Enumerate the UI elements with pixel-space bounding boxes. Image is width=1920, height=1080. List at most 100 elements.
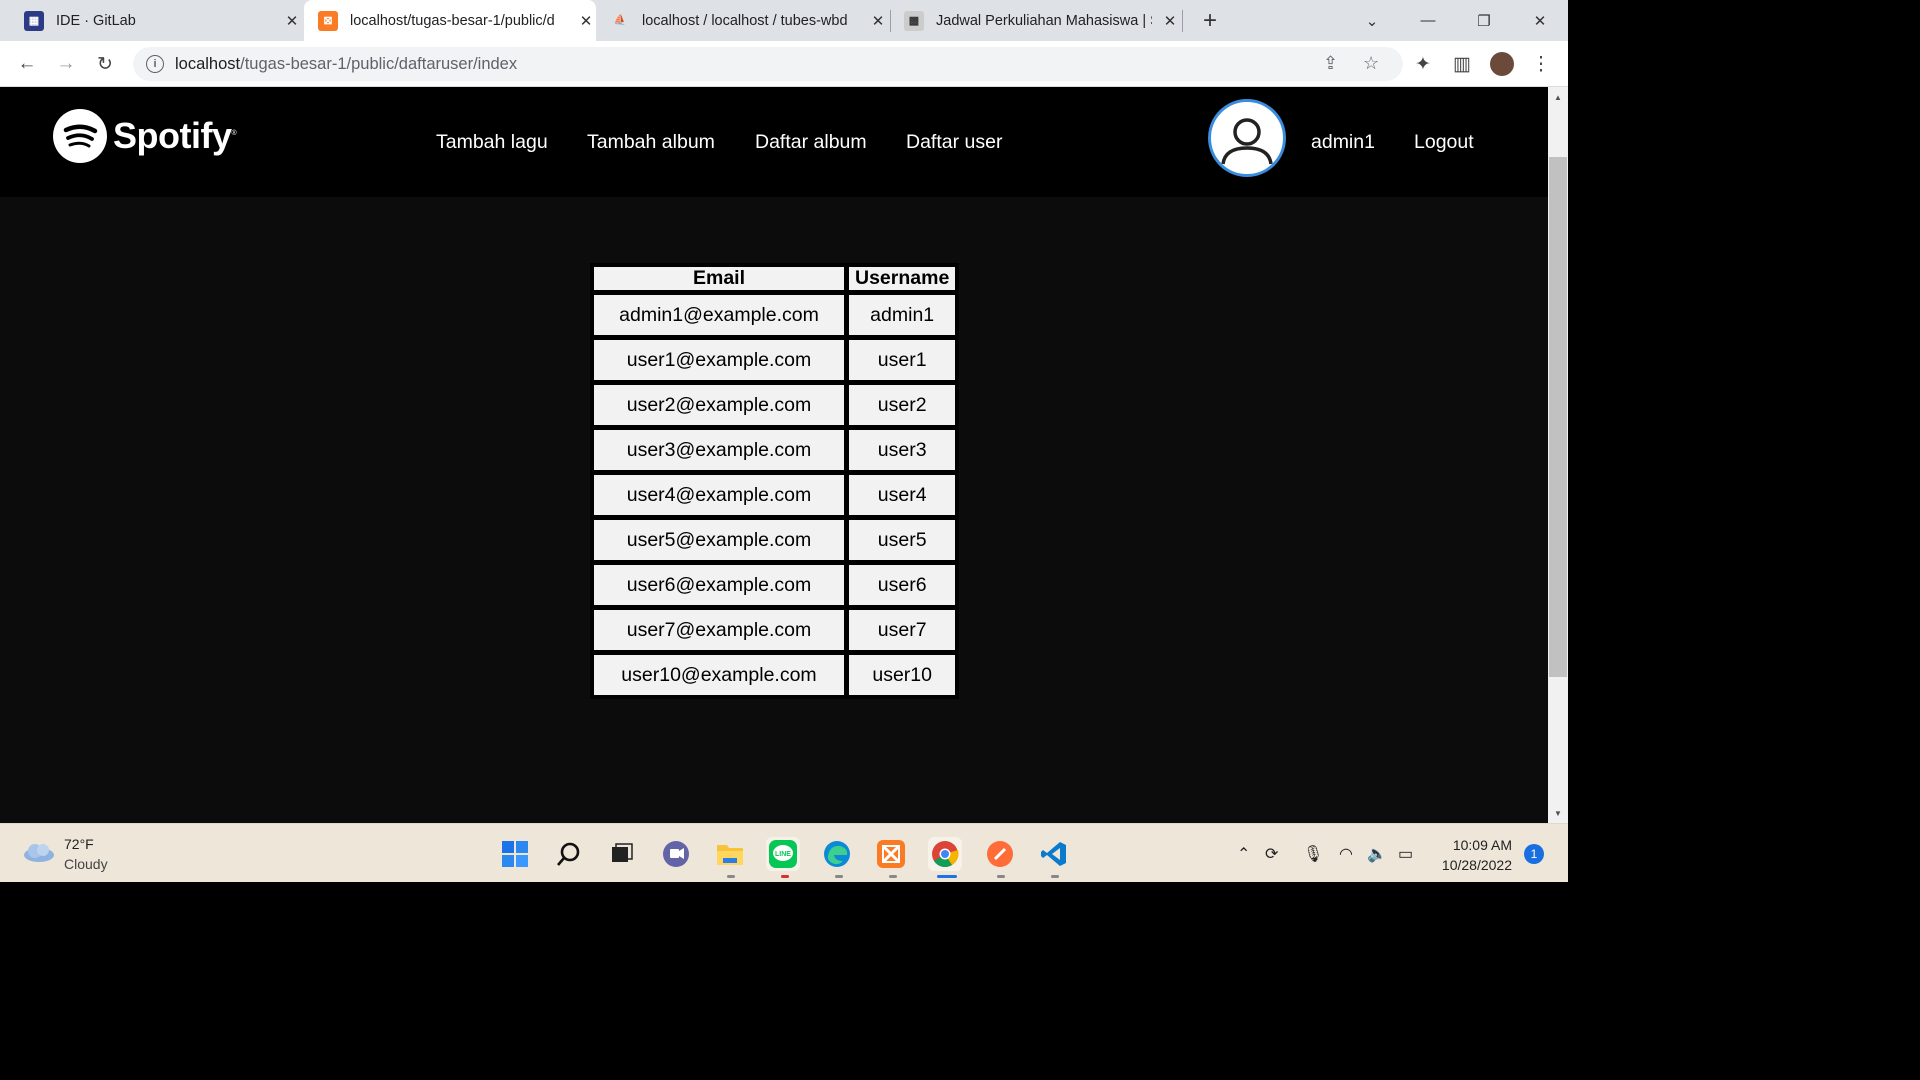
- username-cell: user10: [848, 654, 957, 696]
- windows-start-icon[interactable]: [498, 837, 532, 871]
- running-indicator: [727, 875, 735, 878]
- running-indicator: [1051, 875, 1059, 878]
- site-info-icon[interactable]: i: [146, 55, 164, 73]
- weather-temp: 72°F: [64, 836, 94, 852]
- edge-browser-icon[interactable]: [820, 837, 854, 871]
- browser-tab-bar: ▦ IDE · GitLab ✕ ⊠ localhost/tugas-besar…: [0, 0, 1568, 41]
- table-row: user1@example.com user1: [593, 339, 957, 381]
- teams-chat-icon[interactable]: [659, 837, 693, 871]
- close-icon[interactable]: ✕: [1160, 12, 1180, 30]
- sync-icon[interactable]: ⟳: [1265, 844, 1278, 864]
- table-row: user4@example.com user4: [593, 474, 957, 516]
- username-cell: user2: [848, 384, 957, 426]
- spotify-logo[interactable]: Spotify®: [53, 109, 237, 163]
- bookmark-star-icon[interactable]: ☆: [1363, 53, 1379, 74]
- tab-search-icon[interactable]: ⌄: [1344, 0, 1400, 41]
- wifi-icon[interactable]: ◠: [1339, 844, 1353, 864]
- username-cell: user4: [848, 474, 957, 516]
- url-text[interactable]: localhost/tugas-besar-1/public/daftaruse…: [175, 55, 517, 74]
- task-view-icon[interactable]: [605, 837, 639, 871]
- running-indicator: [781, 875, 789, 878]
- tab-title: IDE · GitLab: [56, 12, 136, 29]
- email-cell: user4@example.com: [593, 474, 845, 516]
- tab-gitlab-ide[interactable]: ▦ IDE · GitLab ✕: [12, 0, 302, 41]
- table-header-row: Email Username: [593, 266, 957, 291]
- username-cell: admin1: [848, 294, 957, 336]
- username-cell: user7: [848, 609, 957, 651]
- campus-icon: ▩: [904, 10, 924, 31]
- tab-localhost-daftaruser[interactable]: ⊠ localhost/tugas-besar-1/public/d ✕: [304, 0, 596, 41]
- menu-kebab-icon[interactable]: ⋮: [1526, 49, 1556, 79]
- logout-link[interactable]: Logout: [1414, 131, 1474, 154]
- microphone-icon[interactable]: 🎙: [1303, 844, 1323, 864]
- xampp-icon[interactable]: [874, 837, 908, 871]
- forward-icon[interactable]: →: [51, 49, 81, 79]
- table-row: user3@example.com user3: [593, 429, 957, 471]
- clock-date: 10/28/2022: [1441, 857, 1512, 873]
- column-header-email: Email: [593, 266, 845, 291]
- chrome-icon[interactable]: [928, 837, 962, 871]
- close-window-icon[interactable]: ✕: [1512, 0, 1568, 41]
- chevron-up-icon[interactable]: ⌃: [1237, 844, 1250, 864]
- username-label: admin1: [1311, 131, 1375, 153]
- tab-jadwal-perkuliahan[interactable]: ▩ Jadwal Perkuliahan Mahasiswa | S ✕: [892, 0, 1180, 41]
- close-icon[interactable]: ✕: [868, 12, 888, 30]
- postman-icon[interactable]: [983, 837, 1017, 871]
- browser-toolbar: ← → ↻ i localhost/tugas-besar-1/public/d…: [0, 41, 1568, 87]
- reload-icon[interactable]: ↻: [90, 49, 120, 79]
- tab-title: localhost/tugas-besar-1/public/d: [350, 12, 555, 29]
- battery-icon[interactable]: ▭: [1398, 844, 1413, 864]
- email-cell: user6@example.com: [593, 564, 845, 606]
- user-avatar-icon[interactable]: [1208, 99, 1286, 177]
- phpmyadmin-icon: ⛵: [613, 15, 627, 26]
- nav-daftar-album[interactable]: Daftar album: [755, 131, 867, 154]
- volume-icon[interactable]: 🔈: [1367, 844, 1387, 864]
- scroll-down-icon[interactable]: ▼: [1548, 809, 1568, 818]
- line-app-icon[interactable]: LINE: [766, 837, 800, 871]
- table-row: user6@example.com user6: [593, 564, 957, 606]
- site-header: Spotify® Tambah lagu Tambah album Daftar…: [0, 87, 1548, 197]
- logo-wordmark: Spotify®: [113, 115, 237, 156]
- email-cell: user7@example.com: [593, 609, 845, 651]
- search-icon[interactable]: [552, 837, 586, 871]
- new-tab-button[interactable]: +: [1182, 0, 1238, 41]
- email-cell: user3@example.com: [593, 429, 845, 471]
- svg-text:LINE: LINE: [775, 851, 791, 858]
- email-cell: user2@example.com: [593, 384, 845, 426]
- weather-widget[interactable]: 72°F Cloudy: [22, 834, 108, 874]
- column-header-username: Username: [848, 266, 957, 291]
- tab-phpmyadmin[interactable]: ⛵ localhost / localhost / tubes-wbd ✕: [598, 0, 888, 41]
- nav-tambah-lagu[interactable]: Tambah lagu: [436, 131, 548, 154]
- address-bar[interactable]: i localhost/tugas-besar-1/public/daftaru…: [133, 47, 1403, 81]
- file-explorer-icon[interactable]: [713, 837, 747, 871]
- side-panel-icon[interactable]: ▥: [1447, 49, 1477, 79]
- share-icon[interactable]: ⇪: [1323, 53, 1338, 74]
- system-clock[interactable]: 10:09 AM 10/28/2022: [1432, 835, 1512, 875]
- close-icon[interactable]: ✕: [282, 12, 302, 30]
- username-cell: user1: [848, 339, 957, 381]
- table-row: user2@example.com user2: [593, 384, 957, 426]
- xampp-icon: ⊠: [318, 10, 338, 31]
- minimize-icon[interactable]: —: [1400, 0, 1456, 41]
- page-scrollbar[interactable]: ▲ ▼: [1548, 87, 1568, 823]
- email-cell: user1@example.com: [593, 339, 845, 381]
- tab-title: localhost / localhost / tubes-wbd: [642, 12, 848, 29]
- nav-tambah-album[interactable]: Tambah album: [587, 131, 715, 154]
- user-table-container: Email Username admin1@example.com admin1 …: [590, 263, 960, 699]
- close-icon[interactable]: ✕: [576, 12, 596, 30]
- scrollbar-thumb[interactable]: [1549, 157, 1567, 677]
- back-icon[interactable]: ←: [12, 49, 42, 79]
- active-indicator: [937, 875, 957, 878]
- table-row: admin1@example.com admin1: [593, 294, 957, 336]
- vscode-icon[interactable]: [1037, 837, 1071, 871]
- table-row: user7@example.com user7: [593, 609, 957, 651]
- tab-separator: [890, 10, 891, 32]
- profile-avatar-icon[interactable]: [1487, 49, 1517, 79]
- restore-icon[interactable]: ❐: [1456, 0, 1512, 41]
- gitlab-ide-icon: ▦: [24, 10, 44, 31]
- notification-badge[interactable]: 1: [1524, 844, 1544, 864]
- extensions-icon[interactable]: ✦: [1408, 49, 1438, 79]
- running-indicator: [835, 875, 843, 878]
- scroll-up-icon[interactable]: ▲: [1548, 93, 1568, 102]
- nav-daftar-user[interactable]: Daftar user: [906, 131, 1002, 154]
